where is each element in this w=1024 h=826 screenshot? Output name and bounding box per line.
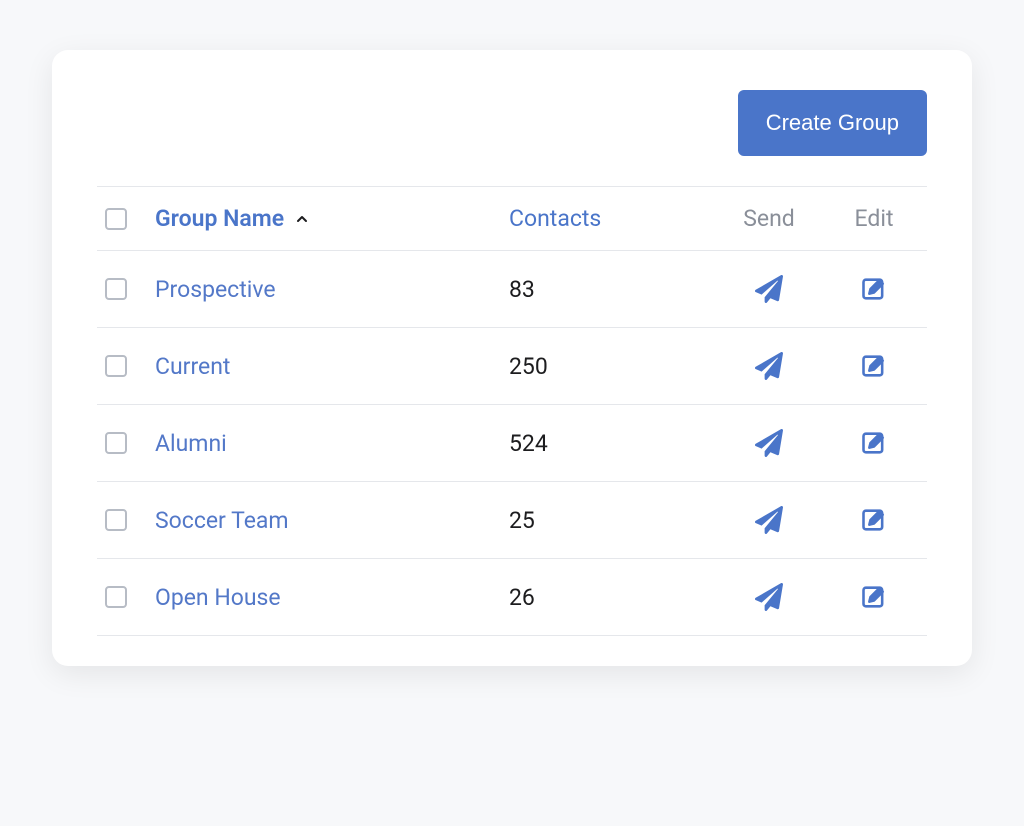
row-checkbox-cell [105, 432, 155, 454]
paper-plane-icon[interactable] [755, 275, 783, 303]
table-row: Prospective 83 [97, 251, 927, 328]
groups-card: Create Group Group Name Contacts Send Ed… [52, 50, 972, 666]
group-name-link[interactable]: Open House [155, 584, 509, 611]
column-header-edit: Edit [829, 205, 919, 232]
table-header-row: Group Name Contacts Send Edit [97, 186, 927, 251]
group-name-link[interactable]: Alumni [155, 430, 509, 457]
contacts-count: 26 [509, 584, 709, 611]
table-row: Alumni 524 [97, 405, 927, 482]
row-checkbox[interactable] [105, 355, 127, 377]
select-all-cell [105, 208, 155, 230]
row-checkbox-cell [105, 355, 155, 377]
contacts-count: 524 [509, 430, 709, 457]
group-name-link[interactable]: Prospective [155, 276, 509, 303]
row-checkbox[interactable] [105, 278, 127, 300]
contacts-count: 25 [509, 507, 709, 534]
table-row: Open House 26 [97, 559, 927, 636]
paper-plane-icon[interactable] [755, 352, 783, 380]
paper-plane-icon[interactable] [755, 583, 783, 611]
card-header: Create Group [97, 90, 927, 156]
row-checkbox[interactable] [105, 432, 127, 454]
column-header-send: Send [709, 205, 829, 232]
group-name-link[interactable]: Soccer Team [155, 507, 509, 534]
select-all-checkbox[interactable] [105, 208, 127, 230]
column-header-label: Group Name [155, 205, 284, 232]
edit-icon[interactable] [860, 275, 888, 303]
group-name-link[interactable]: Current [155, 353, 509, 380]
edit-icon[interactable] [860, 506, 888, 534]
create-group-button[interactable]: Create Group [738, 90, 927, 156]
paper-plane-icon[interactable] [755, 429, 783, 457]
row-checkbox-cell [105, 278, 155, 300]
groups-table: Group Name Contacts Send Edit Prospectiv… [97, 186, 927, 636]
paper-plane-icon[interactable] [755, 506, 783, 534]
column-header-contacts[interactable]: Contacts [509, 205, 709, 232]
table-row: Current 250 [97, 328, 927, 405]
row-checkbox[interactable] [105, 509, 127, 531]
row-checkbox-cell [105, 509, 155, 531]
row-checkbox-cell [105, 586, 155, 608]
table-row: Soccer Team 25 [97, 482, 927, 559]
contacts-count: 83 [509, 276, 709, 303]
edit-icon[interactable] [860, 352, 888, 380]
edit-icon[interactable] [860, 429, 888, 457]
chevron-up-icon [294, 211, 310, 227]
column-header-group-name[interactable]: Group Name [155, 205, 509, 232]
edit-icon[interactable] [860, 583, 888, 611]
contacts-count: 250 [509, 353, 709, 380]
row-checkbox[interactable] [105, 586, 127, 608]
